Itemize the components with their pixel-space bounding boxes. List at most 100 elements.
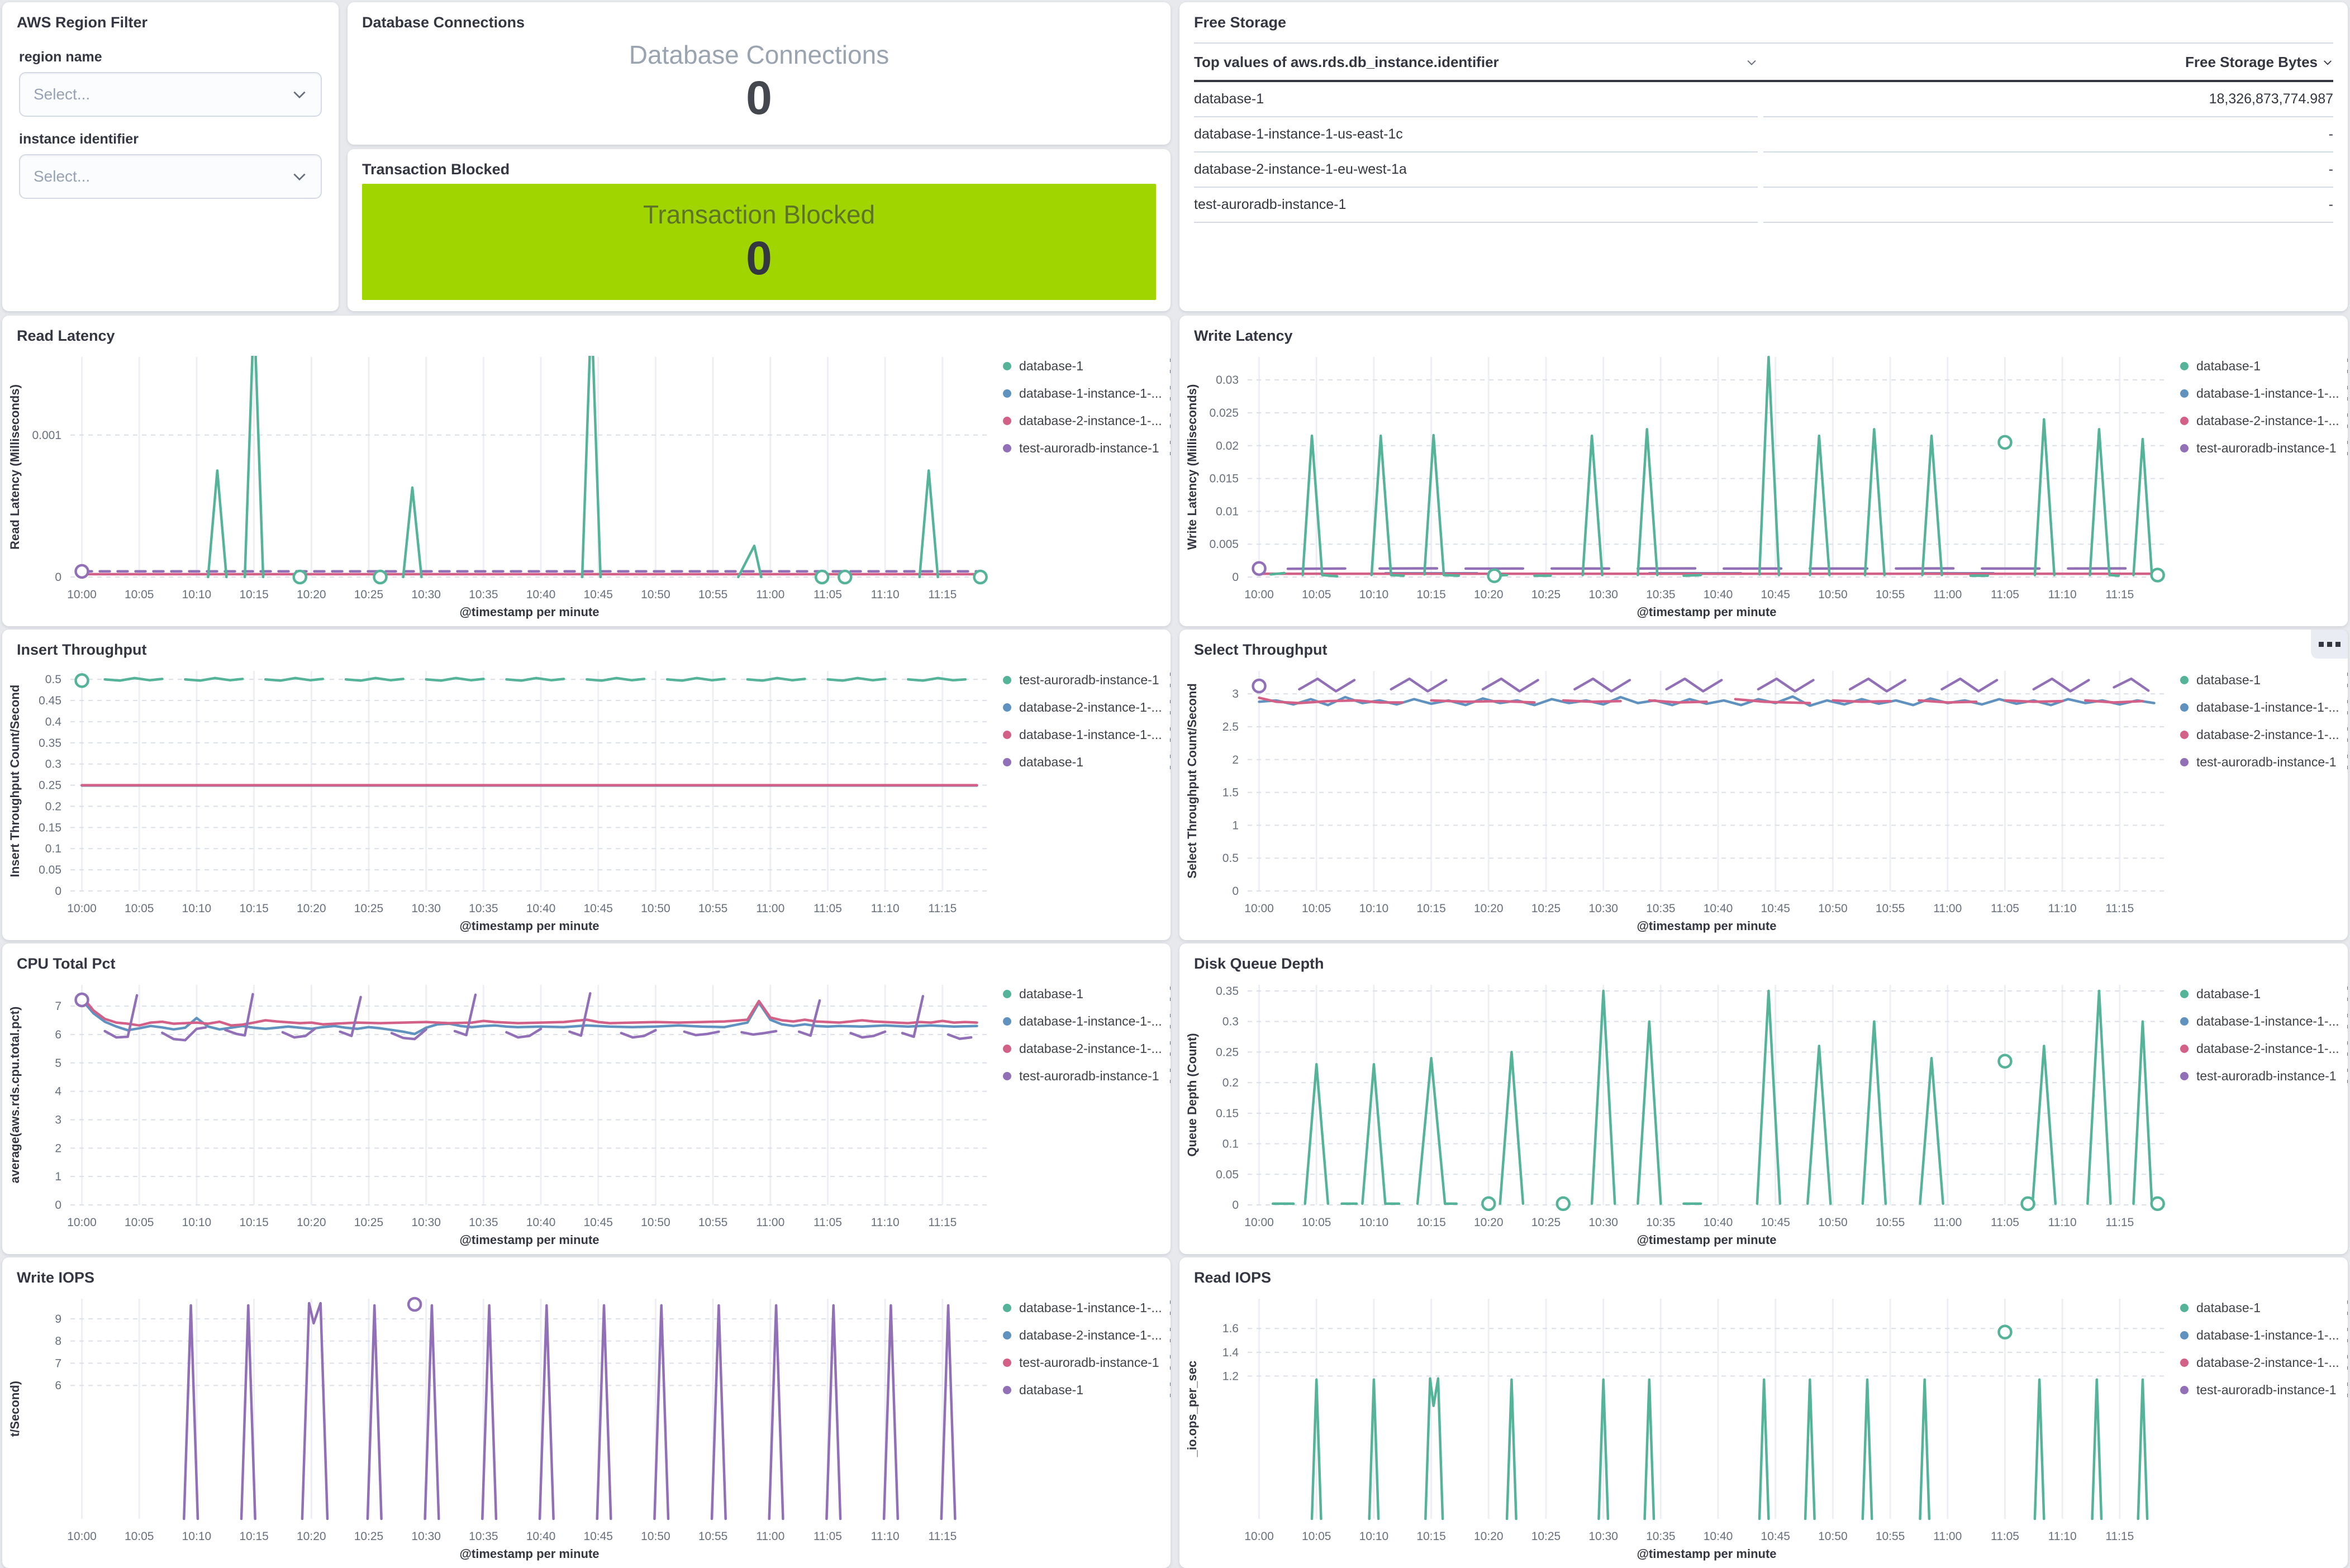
legend-series-label[interactable]: test-auroradb-instance-1 [1019, 1355, 1162, 1370]
legend-actions-icon[interactable] [2347, 386, 2348, 401]
table-row[interactable]: database-2-instance-1-eu-west-1a - [1194, 152, 2333, 188]
legend-item[interactable]: database-1 [2180, 984, 2348, 1004]
legend-item[interactable]: database-1 [1003, 984, 1171, 1004]
legend-series-label[interactable]: database-1-instance-1-... [2196, 386, 2339, 401]
legend-series-label[interactable]: database-1 [2196, 673, 2339, 688]
legend-series-label[interactable]: database-2-instance-1-... [1019, 700, 1162, 715]
legend-series-label[interactable]: test-auroradb-instance-1 [2196, 441, 2339, 456]
legend-item[interactable]: test-auroradb-instance-1 [1003, 438, 1171, 458]
legend-item[interactable]: test-auroradb-instance-1 [1003, 1066, 1171, 1086]
legend-item[interactable]: database-2-instance-1-... [2180, 1352, 2348, 1372]
column-header-identifier[interactable]: Top values of aws.rds.db_instance.identi… [1194, 54, 1499, 71]
legend-series-label[interactable]: database-1 [1019, 359, 1162, 374]
table-row[interactable]: database-1 18,326,873,774.987 [1194, 82, 2333, 117]
region-name-select[interactable]: Select... [19, 72, 322, 117]
legend-series-label[interactable]: database-2-instance-1-... [1019, 1328, 1162, 1343]
table-row[interactable]: database-1-instance-1-us-east-1c - [1194, 117, 2333, 152]
legend-item[interactable]: database-1 [1003, 356, 1171, 376]
legend-actions-icon[interactable] [2347, 700, 2348, 714]
legend-item[interactable]: database-2-instance-1-... [2180, 1038, 2348, 1059]
legend-item[interactable]: database-1-instance-1-... [2180, 1011, 2348, 1031]
legend-item[interactable]: test-auroradb-instance-1 [1003, 1352, 1171, 1372]
legend-actions-icon[interactable] [2347, 1300, 2348, 1315]
legend-actions-icon[interactable] [1170, 755, 1171, 769]
legend-item[interactable]: database-1 [1003, 1380, 1171, 1400]
legend-actions-icon[interactable] [2347, 359, 2348, 373]
legend-series-label[interactable]: database-1-instance-1-... [2196, 700, 2339, 715]
legend-actions-icon[interactable] [1170, 727, 1171, 742]
legend-actions-icon[interactable] [2347, 1014, 2348, 1028]
legend-item[interactable]: database-1-instance-1-... [2180, 697, 2348, 717]
legend-item[interactable]: database-1-instance-1-... [1003, 725, 1171, 745]
legend-item[interactable]: database-1-instance-1-... [2180, 383, 2348, 403]
panel-options-icon[interactable] [2311, 630, 2348, 659]
legend-series-label[interactable]: test-auroradb-instance-1 [2196, 755, 2339, 770]
legend-actions-icon[interactable] [2347, 413, 2348, 428]
legend-actions-icon[interactable] [2347, 441, 2348, 455]
legend-series-label[interactable]: database-1-instance-1-... [1019, 1300, 1162, 1316]
legend-item[interactable]: database-1-instance-1-... [1003, 383, 1171, 403]
legend-series-label[interactable]: database-1 [2196, 1300, 2339, 1316]
legend-series-label[interactable]: database-2-instance-1-... [2196, 1355, 2339, 1370]
legend-actions-icon[interactable] [2347, 986, 2348, 1001]
legend-actions-icon[interactable] [2347, 673, 2348, 687]
legend-actions-icon[interactable] [1170, 386, 1171, 401]
legend-item[interactable]: database-1-instance-1-... [2180, 1325, 2348, 1345]
legend-actions-icon[interactable] [1170, 441, 1171, 455]
legend-actions-icon[interactable] [2347, 1328, 2348, 1342]
legend-item[interactable]: database-2-instance-1-... [1003, 1325, 1171, 1345]
legend-series-label[interactable]: database-1 [1019, 1383, 1162, 1398]
legend-series-label[interactable]: database-1-instance-1-... [1019, 386, 1162, 401]
legend-item[interactable]: database-1 [2180, 1298, 2348, 1318]
table-row[interactable]: test-auroradb-instance-1 - [1194, 188, 2333, 223]
legend-series-label[interactable]: database-1-instance-1-... [1019, 727, 1162, 742]
legend-series-label[interactable]: database-2-instance-1-... [1019, 1041, 1162, 1056]
sort-chevron-down-icon[interactable] [2322, 57, 2333, 68]
legend-series-label[interactable]: database-1-instance-1-... [2196, 1328, 2339, 1343]
legend-item[interactable]: database-2-instance-1-... [1003, 697, 1171, 717]
legend-actions-icon[interactable] [2347, 1041, 2348, 1056]
legend-item[interactable]: test-auroradb-instance-1 [2180, 1380, 2348, 1400]
legend-series-label[interactable]: database-2-instance-1-... [2196, 1041, 2339, 1056]
instance-identifier-select[interactable]: Select... [19, 154, 322, 199]
chevron-down-icon[interactable] [1745, 56, 1758, 69]
legend-item[interactable]: test-auroradb-instance-1 [2180, 1066, 2348, 1086]
legend-series-label[interactable]: database-1 [1019, 986, 1162, 1002]
legend-actions-icon[interactable] [1170, 1355, 1171, 1370]
legend-item[interactable]: database-2-instance-1-... [2180, 725, 2348, 745]
legend-actions-icon[interactable] [1170, 1383, 1171, 1397]
column-header-free-storage-bytes[interactable]: Free Storage Bytes [2185, 54, 2318, 71]
legend-item[interactable]: database-2-instance-1-... [1003, 1038, 1171, 1059]
legend-series-label[interactable]: database-1-instance-1-... [2196, 1014, 2339, 1029]
legend-item[interactable]: test-auroradb-instance-1 [2180, 752, 2348, 772]
legend-actions-icon[interactable] [2347, 755, 2348, 769]
legend-actions-icon[interactable] [2347, 1383, 2348, 1397]
legend-item[interactable]: test-auroradb-instance-1 [1003, 670, 1171, 690]
legend-series-label[interactable]: database-2-instance-1-... [1019, 413, 1162, 428]
legend-item[interactable]: database-1 [1003, 752, 1171, 772]
legend-item[interactable]: database-2-instance-1-... [2180, 411, 2348, 431]
legend-actions-icon[interactable] [1170, 700, 1171, 714]
legend-actions-icon[interactable] [1170, 1014, 1171, 1028]
legend-item[interactable]: database-1-instance-1-... [1003, 1298, 1171, 1318]
legend-series-label[interactable]: test-auroradb-instance-1 [2196, 1383, 2339, 1398]
legend-actions-icon[interactable] [1170, 673, 1171, 687]
legend-actions-icon[interactable] [1170, 1300, 1171, 1315]
legend-series-label[interactable]: test-auroradb-instance-1 [1019, 1069, 1162, 1084]
legend-series-label[interactable]: database-2-instance-1-... [2196, 727, 2339, 742]
legend-series-label[interactable]: database-1 [1019, 755, 1162, 770]
legend-series-label[interactable]: test-auroradb-instance-1 [1019, 673, 1162, 688]
legend-actions-icon[interactable] [2347, 1069, 2348, 1083]
legend-actions-icon[interactable] [2347, 727, 2348, 742]
legend-series-label[interactable]: database-1-instance-1-... [1019, 1014, 1162, 1029]
legend-item[interactable]: test-auroradb-instance-1 [2180, 438, 2348, 458]
legend-actions-icon[interactable] [1170, 1041, 1171, 1056]
legend-item[interactable]: database-1-instance-1-... [1003, 1011, 1171, 1031]
legend-actions-icon[interactable] [1170, 413, 1171, 428]
legend-item[interactable]: database-2-instance-1-... [1003, 411, 1171, 431]
legend-series-label[interactable]: test-auroradb-instance-1 [2196, 1069, 2339, 1084]
legend-series-label[interactable]: database-1 [2196, 986, 2339, 1002]
legend-series-label[interactable]: test-auroradb-instance-1 [1019, 441, 1162, 456]
legend-actions-icon[interactable] [1170, 986, 1171, 1001]
legend-actions-icon[interactable] [1170, 359, 1171, 373]
